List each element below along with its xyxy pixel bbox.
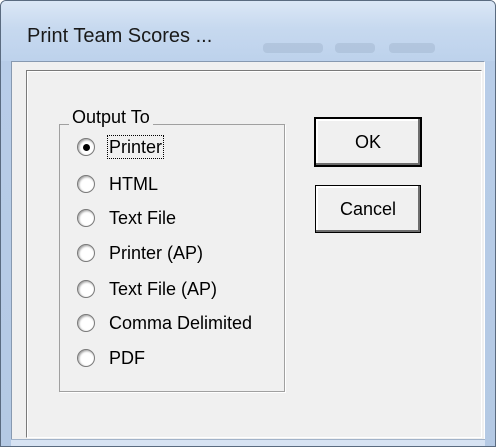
radio-printer-ap[interactable]: Printer (AP)	[77, 241, 204, 265]
radio-button-icon[interactable]	[77, 209, 95, 227]
radio-button-icon[interactable]	[77, 280, 95, 298]
radio-text-file-ap[interactable]: Text File (AP)	[77, 277, 218, 301]
window-bottom-border	[11, 439, 485, 446]
radio-comma-delimited[interactable]: Comma Delimited	[77, 311, 253, 335]
window-title: Print Team Scores ...	[27, 25, 213, 47]
radio-button-icon[interactable]	[77, 314, 95, 332]
radio-label[interactable]: Text File (AP)	[108, 278, 218, 300]
title-bar-background-blur	[389, 43, 435, 53]
output-to-label: Output To	[69, 107, 153, 128]
title-bar[interactable]: Print Team Scores ...	[1, 1, 495, 61]
radio-button-icon[interactable]	[77, 349, 95, 367]
radio-text-file[interactable]: Text File	[77, 206, 177, 230]
radio-label[interactable]: Printer	[106, 135, 165, 159]
radio-label[interactable]: Comma Delimited	[108, 312, 253, 334]
radio-label[interactable]: HTML	[108, 173, 159, 195]
radio-label[interactable]: PDF	[108, 347, 146, 369]
title-bar-background-blur	[335, 43, 375, 53]
cancel-button[interactable]: Cancel	[315, 185, 421, 233]
radio-label[interactable]: Printer (AP)	[108, 242, 204, 264]
radio-button-icon[interactable]	[77, 244, 95, 262]
radio-selected-dot-icon	[83, 144, 90, 151]
radio-button-icon[interactable]	[77, 138, 95, 156]
radio-html[interactable]: HTML	[77, 172, 159, 196]
title-bar-background-blur	[263, 43, 323, 53]
radio-label[interactable]: Text File	[108, 207, 177, 229]
ok-button[interactable]: OK	[314, 117, 422, 167]
radio-button-icon[interactable]	[77, 175, 95, 193]
print-team-scores-dialog: Print Team Scores ... Output To Printer …	[0, 0, 496, 447]
radio-printer[interactable]: Printer	[77, 135, 165, 159]
radio-pdf[interactable]: PDF	[77, 346, 146, 370]
